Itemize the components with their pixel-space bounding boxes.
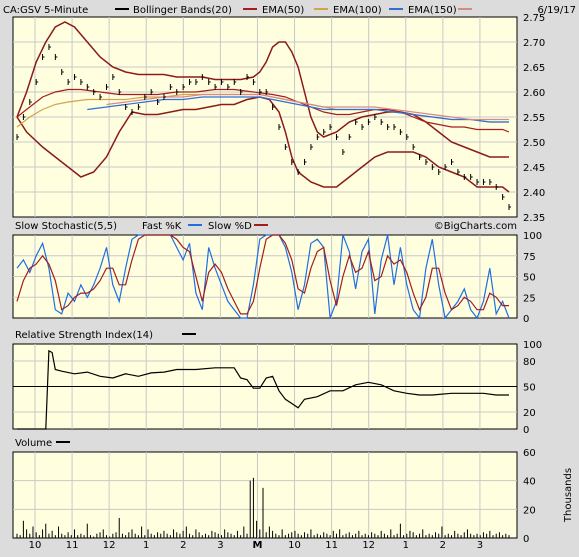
ema150-legend-swatch (389, 8, 403, 10)
volume-y-tick: 40 (523, 477, 536, 488)
x-tick-label: 3 (477, 540, 483, 551)
x-tick-label: M (252, 540, 262, 551)
bollinger-legend-label: Bollinger Bands(20) (133, 5, 232, 16)
price-y-tick: 2.60 (523, 88, 545, 99)
stoch-fast-legend-label: Fast %K (142, 221, 182, 232)
stoch-y-tick: 0 (523, 314, 529, 325)
x-tick-label: 1 (143, 540, 149, 551)
price-y-tick: 2.65 (523, 63, 545, 74)
price-y-tick: 2.75 (523, 13, 545, 24)
volume-y-tick: 0 (523, 534, 529, 545)
x-tick-label: 2 (440, 540, 446, 551)
volume-legend-swatch (56, 441, 70, 443)
volume-y-tick: 60 (523, 448, 536, 459)
ema50-legend-swatch (243, 8, 257, 10)
x-tick-label: 10 (288, 540, 301, 551)
volume-unit-label: Thousands (563, 468, 574, 523)
price-y-tick: 2.55 (523, 113, 545, 124)
x-tick-label: 1 (403, 540, 409, 551)
price-legend: Bollinger Bands(20) EMA(50) EMA(100) EMA… (115, 5, 472, 16)
stoch-fast-legend-swatch (188, 224, 202, 226)
stoch-y-tick: 75 (523, 252, 536, 263)
x-tick-label: 12 (362, 540, 375, 551)
x-tick-label: 11 (325, 540, 338, 551)
stoch-title: Slow Stochastic(5,5) (15, 221, 117, 232)
rsi-y-tick: 80 (523, 357, 536, 368)
volume-title: Volume (15, 438, 52, 449)
ema100-legend-swatch (314, 8, 328, 10)
price-y-tick: 2.40 (523, 188, 545, 199)
price-y-tick: 2.70 (523, 38, 545, 49)
stoch-slow-legend-swatch (254, 224, 268, 226)
x-tick-label: 12 (103, 540, 116, 551)
stoch-y-tick: 50 (523, 273, 536, 284)
x-tick-label: 10 (29, 540, 42, 551)
volume-panel (12, 451, 518, 539)
price-y-tick: 2.50 (523, 138, 545, 149)
rsi-title: Relative Strength Index(14) (15, 330, 153, 341)
rsi-y-tick: 20 (523, 408, 536, 419)
chart-symbol: CA:GSV 5-Minute (3, 5, 88, 16)
x-tick-label: 2 (180, 540, 186, 551)
watermark: ©BigCharts.com (434, 221, 517, 232)
rsi-y-tick: 0 (523, 425, 529, 436)
price-y-tick: 2.45 (523, 163, 545, 174)
ema50-legend-label: EMA(50) (262, 5, 304, 16)
ema150-legend-label: EMA(150) (408, 5, 457, 16)
volume-y-tick: 20 (523, 505, 536, 516)
x-tick-label: 11 (66, 540, 79, 551)
rsi-y-tick: 100 (523, 340, 542, 351)
price-y-tick: 2.35 (523, 213, 545, 224)
bollinger-legend-swatch (115, 8, 129, 10)
rsi-legend-swatch (182, 333, 196, 335)
extra-ema-legend-swatch (458, 8, 472, 10)
stock-chart: CA:GSV 5-Minute Bollinger Bands(20) EMA(… (3, 5, 576, 551)
ema100-legend-label: EMA(100) (333, 5, 382, 16)
stoch-y-tick: 100 (523, 231, 542, 242)
x-tick-label: 3 (217, 540, 223, 551)
stoch-y-tick: 25 (523, 293, 536, 304)
stoch-slow-legend-label: Slow %D (208, 221, 252, 232)
rsi-y-tick: 50 (523, 383, 536, 394)
